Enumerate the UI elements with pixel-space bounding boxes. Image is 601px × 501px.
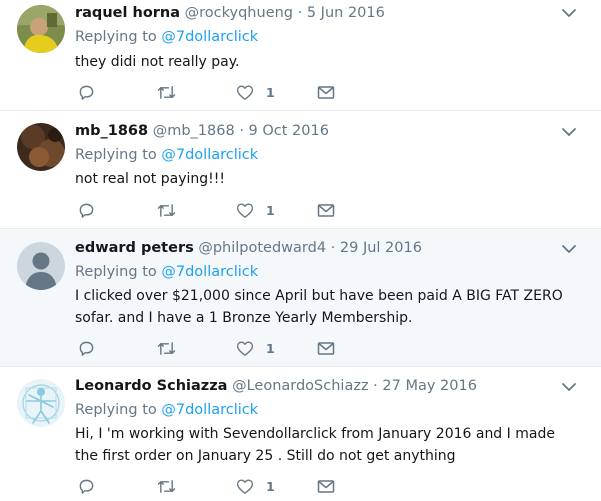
like-count: 1 (266, 478, 275, 494)
vitruvian-man-avatar-icon (17, 379, 65, 427)
tweet-text: Hi, I 'm working with Sevendollarclick f… (75, 426, 555, 464)
reply-button[interactable] (78, 475, 95, 497)
tweet-actions: 1 (75, 81, 355, 103)
default-person-avatar-icon (17, 242, 65, 290)
photo-avatar-dark-icon (17, 123, 65, 171)
tweet-actions: 1 (75, 475, 355, 497)
retweet-button[interactable] (157, 475, 176, 497)
header-separator: · (239, 123, 244, 139)
replying-to-mention[interactable]: @7dollarclick (161, 29, 258, 45)
envelope-icon (317, 479, 335, 493)
heart-icon (236, 85, 254, 100)
retweet-icon (157, 203, 176, 217)
like-button[interactable]: 1 (236, 199, 275, 221)
tweet-item[interactable]: mb_1868 @mb_1868 · 9 Oct 2016 Replying t… (0, 111, 601, 229)
more-options-chevron-icon[interactable] (561, 241, 577, 257)
retweet-button[interactable] (157, 337, 176, 359)
author-handle[interactable]: @mb_1868 (153, 123, 235, 139)
tweet-item[interactable]: raquel horna @rockyqhueng · 5 Jun 2016 R… (0, 0, 601, 111)
replying-to: Replying to @7dollarclick (75, 28, 258, 46)
avatar[interactable] (17, 123, 65, 171)
direct-message-button[interactable] (317, 337, 335, 359)
like-count: 1 (266, 202, 275, 218)
replying-to-mention[interactable]: @7dollarclick (161, 402, 258, 418)
tweet-header: edward peters @philpotedward4 · 29 Jul 2… (75, 239, 422, 257)
header-separator: · (297, 5, 303, 21)
tweet-date[interactable]: 9 Oct 2016 (249, 123, 329, 139)
envelope-icon (317, 203, 335, 217)
replying-to: Replying to @7dollarclick (75, 146, 258, 164)
tweet-actions: 1 (75, 337, 355, 359)
replies-feed: raquel horna @rockyqhueng · 5 Jun 2016 R… (0, 0, 601, 501)
replying-to: Replying to @7dollarclick (75, 401, 258, 419)
tweet-date[interactable]: 27 May 2016 (382, 378, 477, 394)
tweet-header: Leonardo Schiazza @LeonardoSchiazz · 27 … (75, 377, 477, 395)
replying-to-mention[interactable]: @7dollarclick (161, 147, 258, 163)
author-handle[interactable]: @philpotedward4 (198, 240, 326, 256)
author-name[interactable]: mb_1868 (75, 123, 148, 139)
author-handle[interactable]: @LeonardoSchiazz (232, 378, 368, 394)
reply-button[interactable] (78, 337, 95, 359)
tweet-text: they didi not really pay. (75, 54, 240, 70)
replying-to-label: Replying to (75, 147, 157, 163)
replying-to-label: Replying to (75, 29, 157, 45)
tweet-item[interactable]: edward peters @philpotedward4 · 29 Jul 2… (0, 229, 601, 367)
tweet-item[interactable]: Leonardo Schiazza @LeonardoSchiazz · 27 … (0, 367, 601, 501)
author-name[interactable]: edward peters (75, 240, 194, 256)
reply-button[interactable] (78, 81, 95, 103)
retweet-button[interactable] (157, 199, 176, 221)
envelope-icon (317, 341, 335, 355)
avatar[interactable] (17, 5, 65, 53)
more-options-chevron-icon[interactable] (561, 5, 577, 21)
direct-message-button[interactable] (317, 81, 335, 103)
more-options-chevron-icon[interactable] (561, 379, 577, 395)
reply-icon (79, 341, 94, 356)
reply-button[interactable] (78, 199, 95, 221)
replying-to-mention[interactable]: @7dollarclick (161, 264, 258, 280)
heart-icon (236, 479, 254, 494)
envelope-icon (317, 85, 335, 99)
like-count: 1 (266, 340, 275, 356)
header-separator: · (330, 240, 336, 256)
author-name[interactable]: Leonardo Schiazza (75, 378, 227, 394)
tweet-date[interactable]: 5 Jun 2016 (307, 5, 385, 21)
author-name[interactable]: raquel horna (75, 5, 180, 21)
retweet-icon (157, 341, 176, 355)
tweet-text: I clicked over $21,000 since April but h… (75, 288, 563, 326)
photo-avatar-yellow-icon (17, 5, 65, 53)
tweet-header: raquel horna @rockyqhueng · 5 Jun 2016 (75, 4, 385, 22)
avatar[interactable] (17, 242, 65, 290)
heart-icon (236, 203, 254, 218)
reply-icon (79, 85, 94, 100)
direct-message-button[interactable] (317, 475, 335, 497)
like-button[interactable]: 1 (236, 81, 275, 103)
like-count: 1 (266, 84, 275, 100)
tweet-actions: 1 (75, 199, 355, 221)
replying-to-label: Replying to (75, 264, 157, 280)
more-options-chevron-icon[interactable] (561, 124, 577, 140)
replying-to: Replying to @7dollarclick (75, 263, 258, 281)
header-separator: · (373, 378, 378, 394)
reply-icon (79, 479, 94, 494)
author-handle[interactable]: @rockyqhueng (185, 5, 293, 21)
direct-message-button[interactable] (317, 199, 335, 221)
avatar[interactable] (17, 379, 65, 427)
retweet-icon (157, 479, 176, 493)
reply-icon (79, 203, 94, 218)
like-button[interactable]: 1 (236, 337, 275, 359)
tweet-header: mb_1868 @mb_1868 · 9 Oct 2016 (75, 122, 329, 140)
tweet-date[interactable]: 29 Jul 2016 (340, 240, 422, 256)
like-button[interactable]: 1 (236, 475, 275, 497)
tweet-text: not real not paying!!! (75, 171, 225, 187)
retweet-button[interactable] (157, 81, 176, 103)
retweet-icon (157, 85, 176, 99)
replying-to-label: Replying to (75, 402, 157, 418)
heart-icon (236, 341, 254, 356)
